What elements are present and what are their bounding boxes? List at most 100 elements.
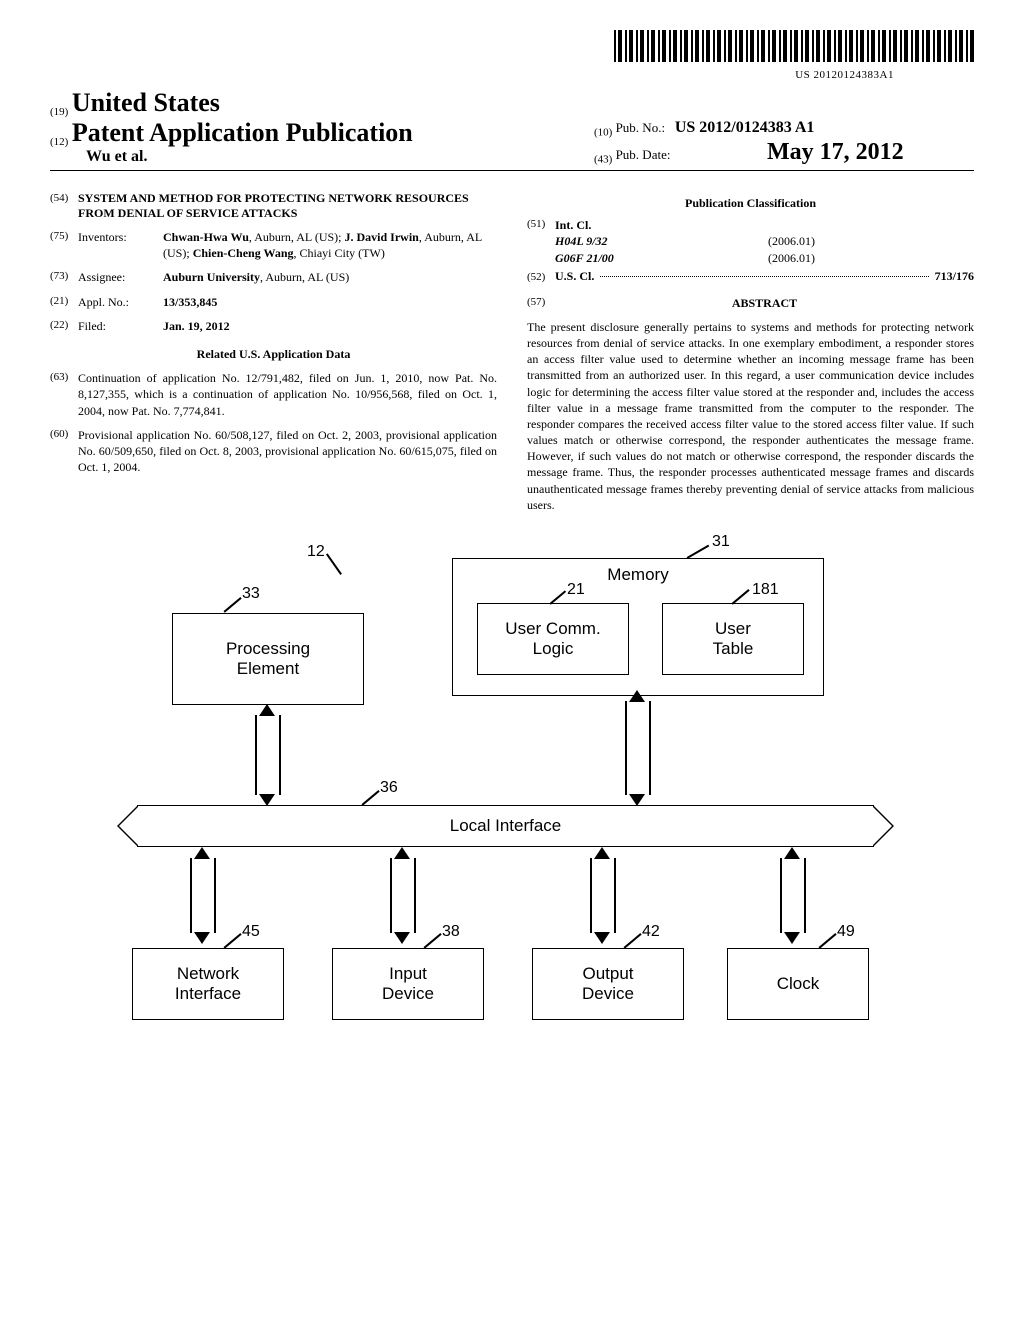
ref-leader xyxy=(424,933,442,948)
processing-element-box: Processing Element xyxy=(172,613,364,705)
barcode-region: US 20120124383A1 xyxy=(50,30,974,82)
ref-45: 45 xyxy=(242,923,260,941)
ref-leader xyxy=(624,933,642,948)
ref-38: 38 xyxy=(442,923,460,941)
user-table-box: User Table xyxy=(662,603,804,675)
output-device-label: Output Device xyxy=(582,964,634,1005)
pub-type-num: (12) xyxy=(50,136,68,148)
patent-header: (19) United States (12) Patent Applicati… xyxy=(50,88,974,166)
application-number: 13/353,845 xyxy=(163,294,497,310)
inventors-label: Inventors: xyxy=(78,229,163,261)
intcl-version: (2006.01) xyxy=(768,233,815,249)
filed-label: Filed: xyxy=(78,318,163,334)
header-rule xyxy=(50,170,974,171)
bus-arrow xyxy=(777,848,807,943)
country-field-num: (19) xyxy=(50,106,68,118)
publication-date: May 17, 2012 xyxy=(767,139,904,165)
intcl-code: H04L 9/32 xyxy=(555,233,608,249)
network-interface-box: Network Interface xyxy=(132,948,284,1020)
bus-arrow xyxy=(622,691,652,805)
processing-element-label: Processing Element xyxy=(226,639,310,680)
applno-field-num: (21) xyxy=(50,294,78,310)
bus-arrow xyxy=(387,848,417,943)
local-interface-bus: Local Interface xyxy=(137,805,874,847)
assignee-name: Auburn University xyxy=(163,270,260,284)
intcl-version: (2006.01) xyxy=(768,250,815,266)
barcode-text: US 20120124383A1 xyxy=(795,69,894,81)
uscl-value: 713/176 xyxy=(935,268,974,284)
inventors-field-num: (75) xyxy=(50,229,78,261)
abstract-label: ABSTRACT xyxy=(555,295,974,311)
filed-date: Jan. 19, 2012 xyxy=(163,318,497,334)
bus-end-right xyxy=(873,805,894,847)
memory-label: Memory xyxy=(607,565,668,585)
intcl-label: Int. Cl. xyxy=(555,217,974,233)
clock-label: Clock xyxy=(777,974,820,994)
network-interface-label: Network Interface xyxy=(175,964,241,1005)
publication-number: US 2012/0124383 A1 xyxy=(675,119,815,136)
provisional-text: Provisional application No. 60/508,127, … xyxy=(78,427,497,476)
ref-leader xyxy=(819,933,837,948)
authors-line: Wu et al. xyxy=(50,148,413,166)
bus-end-left xyxy=(117,805,138,847)
intcl-code: G06F 21/00 xyxy=(555,250,614,266)
user-comm-logic-label: User Comm. Logic xyxy=(505,619,600,660)
inventor-name: Chien-Cheng Wang xyxy=(193,246,294,260)
abstract-field-num: (57) xyxy=(527,295,555,311)
related-data-heading: Related U.S. Application Data xyxy=(50,346,497,362)
ref-leader xyxy=(224,597,242,612)
pubdate-field-num: (43) xyxy=(594,154,612,166)
inventor-name: J. David Irwin xyxy=(345,230,419,244)
uscl-leader-dots xyxy=(600,276,928,277)
uscl-field-num: (52) xyxy=(527,270,555,285)
title-field-num: (54) xyxy=(50,191,78,221)
ref-181: 181 xyxy=(752,581,779,599)
ref-12: 12 xyxy=(307,543,325,561)
provisional-field-num: (60) xyxy=(50,427,78,476)
inventor-loc: Auburn, AL (US) xyxy=(254,230,338,244)
assignee-label: Assignee: xyxy=(78,269,163,285)
ref-42: 42 xyxy=(642,923,660,941)
ref-31: 31 xyxy=(712,533,730,551)
assignee-field-num: (73) xyxy=(50,269,78,285)
user-comm-logic-box: User Comm. Logic xyxy=(477,603,629,675)
pubno-label: Pub. No.: xyxy=(616,120,665,135)
output-device-box: Output Device xyxy=(532,948,684,1020)
bus-arrow xyxy=(187,848,217,943)
input-device-label: Input Device xyxy=(382,964,434,1005)
barcode-graphic xyxy=(614,30,974,62)
ref-leader xyxy=(362,790,380,805)
pub-type: Patent Application Publication xyxy=(72,118,413,147)
clock-box: Clock xyxy=(727,948,869,1020)
bibliographic-columns: (54) SYSTEM AND METHOD FOR PROTECTING NE… xyxy=(50,183,974,513)
ref-leader xyxy=(687,545,709,559)
pubno-field-num: (10) xyxy=(594,127,612,139)
intcl-field-num: (51) xyxy=(527,217,555,266)
right-column: Publication Classification (51) Int. Cl.… xyxy=(527,183,974,513)
inventor-loc: Chiayi City (TW) xyxy=(300,246,385,260)
inventor-name: Chwan-Hwa Wu xyxy=(163,230,249,244)
bus-arrow xyxy=(587,848,617,943)
invention-title: SYSTEM AND METHOD FOR PROTECTING NETWORK… xyxy=(78,191,497,221)
local-interface-label: Local Interface xyxy=(450,816,562,836)
applno-label: Appl. No.: xyxy=(78,294,163,310)
ref-33: 33 xyxy=(242,585,260,603)
ref-21: 21 xyxy=(567,581,585,599)
bus-arrow xyxy=(252,705,282,805)
ref-leader xyxy=(224,933,242,948)
user-table-label: User Table xyxy=(713,619,754,660)
continuation-text: Continuation of application No. 12/791,4… xyxy=(78,370,497,419)
uscl-label: U.S. Cl. xyxy=(555,268,594,284)
pubclass-heading: Publication Classification xyxy=(527,195,974,211)
ref-49: 49 xyxy=(837,923,855,941)
pubdate-label: Pub. Date: xyxy=(616,147,671,162)
ref-leader xyxy=(326,553,342,574)
input-device-box: Input Device xyxy=(332,948,484,1020)
ref-36: 36 xyxy=(380,779,398,797)
continuation-field-num: (63) xyxy=(50,370,78,419)
inventors-list: Chwan-Hwa Wu, Auburn, AL (US); J. David … xyxy=(163,229,497,261)
abstract-text: The present disclosure generally pertain… xyxy=(527,319,974,513)
block-diagram-figure: 12 Memory 31 User Comm. Logic 21 User Ta… xyxy=(112,543,912,1063)
assignee-loc: Auburn, AL (US) xyxy=(265,270,349,284)
filed-field-num: (22) xyxy=(50,318,78,334)
